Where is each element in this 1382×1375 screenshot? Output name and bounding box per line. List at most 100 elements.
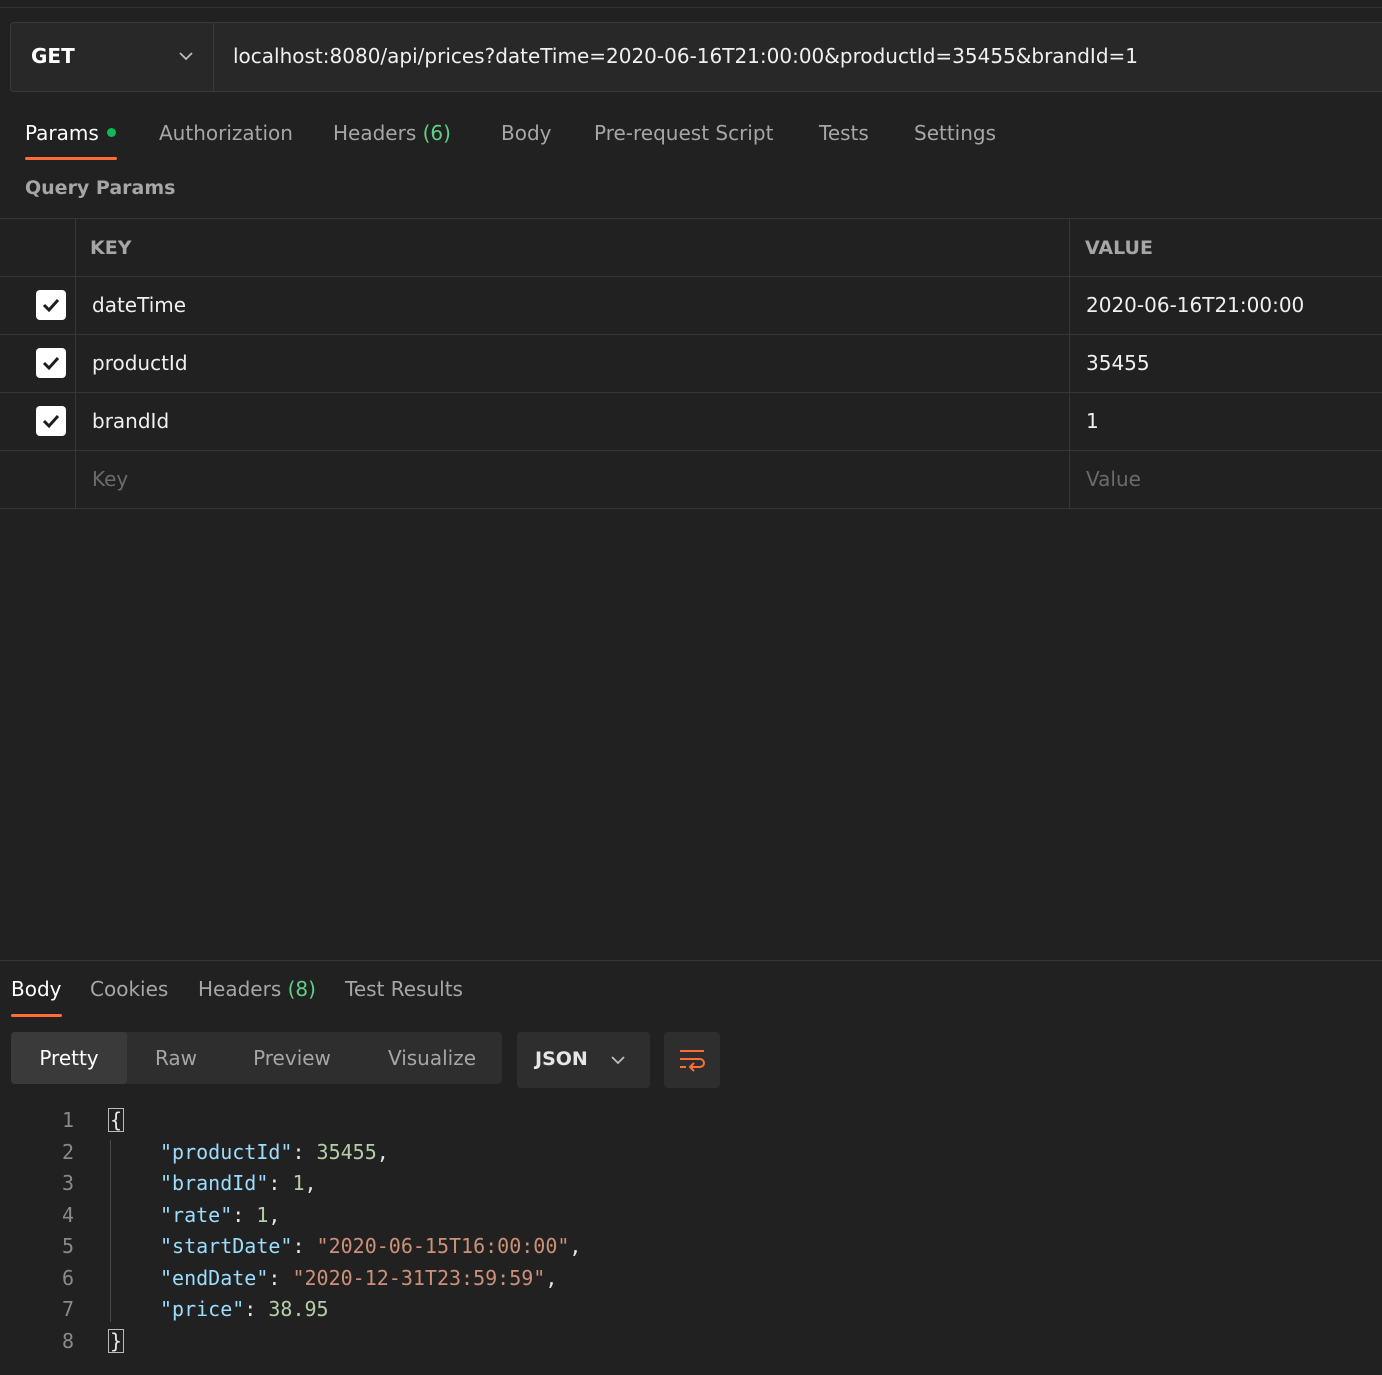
- code-content: "endDate": "2020-12-31T23:59:59",: [160, 1265, 558, 1290]
- json-comma: ,: [304, 1171, 317, 1195]
- line-number: 7: [61, 1297, 74, 1321]
- response-body-editor[interactable]: 1 { 2 "productId": 35455, 3 "brandId": 1…: [0, 1105, 1382, 1357]
- chevron-down-icon: [611, 1056, 625, 1065]
- tab-settings[interactable]: Settings: [914, 121, 996, 145]
- new-key-input[interactable]: Key: [92, 467, 128, 491]
- code-line: 6 "endDate": "2020-12-31T23:59:59",: [0, 1263, 1382, 1295]
- json-key: "brandId": [160, 1171, 269, 1195]
- json-value: 35455: [316, 1139, 377, 1164]
- param-value[interactable]: 2020-06-16T21:00:00: [1086, 293, 1304, 317]
- params-header-row: KEY VALUE: [0, 218, 1382, 277]
- open-brace: {: [108, 1108, 125, 1132]
- tab-response-headers-label: Headers: [198, 977, 282, 1001]
- tab-authorization[interactable]: Authorization: [159, 121, 293, 145]
- json-value: 38.95: [268, 1297, 329, 1321]
- tab-body[interactable]: Body: [501, 121, 552, 145]
- wrap-lines-button[interactable]: [664, 1032, 720, 1088]
- json-key: "productId": [160, 1139, 293, 1164]
- headers-count: (6): [422, 121, 451, 145]
- code-line: 2 "productId": 35455,: [0, 1137, 1382, 1169]
- code-content: "price": 38.95: [160, 1297, 329, 1321]
- value-column-header: VALUE: [1085, 237, 1153, 259]
- pretty-button[interactable]: Pretty: [11, 1032, 127, 1084]
- tab-cookies[interactable]: Cookies: [90, 977, 168, 1001]
- code-line: 5 "startDate": "2020-06-15T16:00:00",: [0, 1231, 1382, 1263]
- param-value[interactable]: 35455: [1086, 351, 1150, 375]
- query-params-title: Query Params: [25, 177, 176, 199]
- preview-button[interactable]: Preview: [237, 1032, 347, 1084]
- params-active-dot-icon: [106, 128, 116, 137]
- tab-params[interactable]: Params: [25, 121, 116, 145]
- new-value-input[interactable]: Value: [1086, 467, 1141, 491]
- key-column-header: KEY: [90, 237, 132, 259]
- json-comma: ,: [545, 1265, 558, 1290]
- code-content: "productId": 35455,: [160, 1139, 389, 1164]
- table-row-new: Key Value: [0, 451, 1382, 509]
- code-line: 7 "price": 38.95: [0, 1294, 1382, 1326]
- code-line: 1 {: [0, 1105, 1382, 1137]
- param-checkbox[interactable]: [36, 348, 66, 378]
- response-headers-count: (8): [287, 977, 316, 1001]
- code-content: "startDate": "2020-06-15T16:00:00",: [160, 1234, 582, 1258]
- code-line: 8 }: [0, 1326, 1382, 1358]
- active-tab-indicator: [25, 157, 117, 160]
- param-key[interactable]: productId: [92, 351, 188, 375]
- code-line: 3 "brandId": 1,: [0, 1168, 1382, 1200]
- code-content: "rate": 1,: [160, 1202, 281, 1227]
- code-line: 4 "rate": 1,: [0, 1200, 1382, 1232]
- method-label: GET: [31, 44, 75, 68]
- line-number: 5: [61, 1234, 74, 1258]
- param-value[interactable]: 1: [1086, 409, 1099, 433]
- tab-pre-request-script[interactable]: Pre-request Script: [594, 121, 773, 145]
- wrap-lines-icon: [680, 1050, 705, 1072]
- line-number: 8: [61, 1328, 74, 1353]
- json-comma: ,: [268, 1202, 281, 1227]
- url-input[interactable]: localhost:8080/api/prices?dateTime=2020-…: [233, 44, 1138, 68]
- json-comma: ,: [376, 1139, 389, 1164]
- response-divider[interactable]: [0, 960, 1382, 961]
- tab-response-headers[interactable]: Headers (8): [198, 977, 316, 1001]
- format-label: JSON: [535, 1048, 588, 1070]
- param-key[interactable]: brandId: [92, 409, 169, 433]
- tab-headers[interactable]: Headers (6): [333, 121, 451, 145]
- request-bar: GET localhost:8080/api/prices?dateTime=2…: [10, 22, 1382, 92]
- params-table: KEY VALUE dateTime 2020-06-16T21:00:00 p…: [0, 218, 1382, 509]
- json-value: "2020-06-15T16:00:00": [316, 1234, 570, 1258]
- json-key: "endDate": [160, 1265, 269, 1290]
- code-content: "brandId": 1,: [160, 1171, 317, 1195]
- view-mode-switcher: Pretty Raw Preview Visualize: [11, 1032, 502, 1084]
- line-number: 3: [61, 1171, 74, 1195]
- line-number: 1: [61, 1108, 74, 1132]
- column-divider: [1069, 218, 1070, 508]
- tab-response-body[interactable]: Body: [11, 977, 62, 1001]
- table-row: dateTime 2020-06-16T21:00:00: [0, 277, 1382, 335]
- checkmark-icon: [42, 298, 60, 313]
- close-brace: }: [108, 1328, 125, 1353]
- line-number: 4: [61, 1202, 74, 1227]
- param-checkbox[interactable]: [36, 406, 66, 436]
- column-divider: [75, 218, 76, 508]
- method-select[interactable]: GET: [11, 23, 214, 91]
- format-select[interactable]: JSON: [517, 1032, 650, 1088]
- active-response-tab-indicator: [11, 1014, 62, 1017]
- tab-headers-label: Headers: [333, 121, 417, 145]
- line-number: 6: [61, 1265, 74, 1290]
- tab-test-results[interactable]: Test Results: [345, 977, 463, 1001]
- table-row: productId 35455: [0, 335, 1382, 393]
- line-number: 2: [61, 1139, 74, 1164]
- tab-tests[interactable]: Tests: [819, 121, 869, 145]
- tab-params-label: Params: [25, 121, 99, 145]
- param-checkbox[interactable]: [36, 290, 66, 320]
- json-value: 1: [292, 1171, 305, 1195]
- visualize-button[interactable]: Visualize: [373, 1032, 491, 1084]
- raw-button[interactable]: Raw: [137, 1032, 215, 1084]
- json-comma: ,: [569, 1234, 582, 1258]
- json-key: "rate": [160, 1202, 233, 1227]
- json-value: "2020-12-31T23:59:59": [292, 1265, 546, 1290]
- json-key: "price": [160, 1297, 245, 1321]
- table-row: brandId 1: [0, 393, 1382, 451]
- code-content: }: [108, 1326, 125, 1358]
- checkmark-icon: [42, 414, 60, 429]
- code-content: {: [108, 1105, 125, 1137]
- param-key[interactable]: dateTime: [92, 293, 186, 317]
